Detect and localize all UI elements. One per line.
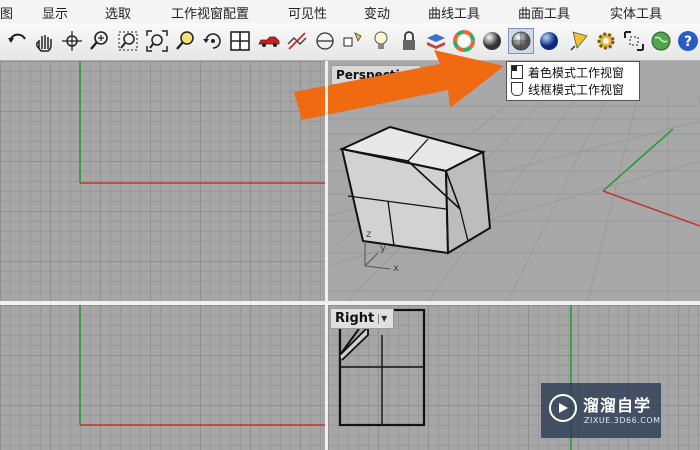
watermark-title: 溜溜自学 bbox=[583, 396, 652, 415]
top-viewport[interactable] bbox=[0, 61, 325, 301]
shaded-mode-icon bbox=[511, 65, 523, 79]
zoom-extents-icon[interactable] bbox=[145, 29, 169, 53]
group-select-icon[interactable] bbox=[622, 29, 646, 53]
gear-icon[interactable] bbox=[594, 29, 618, 53]
menu-item-display[interactable]: 显示 bbox=[42, 3, 68, 22]
chevron-down-icon[interactable]: ▼ bbox=[378, 313, 389, 324]
menu-item-surface-tools[interactable]: 曲面工具 bbox=[518, 3, 570, 22]
menu-item-curve-tools[interactable]: 曲线工具 bbox=[428, 3, 480, 22]
menu-item-transform[interactable]: 变动 bbox=[364, 3, 390, 22]
svg-text:?: ? bbox=[684, 34, 692, 50]
blue-sphere-icon[interactable] bbox=[537, 29, 561, 53]
shaded-viewport-icon[interactable] bbox=[508, 28, 534, 54]
menu-item-viewport-layout[interactable]: 工作视窗配置 bbox=[171, 3, 249, 22]
spot-light-icon[interactable] bbox=[567, 29, 591, 53]
viewport-splitter-horizontal[interactable] bbox=[0, 301, 700, 305]
viewport-splitter-vertical[interactable] bbox=[325, 61, 328, 450]
zoom-window-icon[interactable] bbox=[116, 29, 140, 53]
axis-label-y: y bbox=[380, 243, 386, 254]
car-icon[interactable] bbox=[257, 29, 281, 53]
axis-label-x: x bbox=[393, 263, 399, 274]
front-viewport[interactable] bbox=[0, 305, 325, 450]
wireframe-mode-icon bbox=[511, 82, 523, 96]
viewport-mode-tooltip: 着色模式工作视窗 线框模式工作视窗 bbox=[506, 61, 640, 101]
menu-item-select[interactable]: 选取 bbox=[105, 3, 131, 22]
help-icon[interactable]: ? bbox=[676, 29, 700, 53]
globe-icon[interactable] bbox=[649, 29, 673, 53]
right-viewport-title[interactable]: Right ▼ bbox=[330, 308, 395, 329]
zoom-selected-icon[interactable] bbox=[174, 29, 198, 53]
menu-bar: 图 显示 选取 工作视窗配置 可见性 变动 曲线工具 曲面工具 实体工具 bbox=[0, 0, 700, 24]
axis-label-z: z bbox=[366, 229, 372, 240]
play-logo-icon bbox=[549, 394, 577, 422]
undo-view-icon[interactable] bbox=[6, 29, 30, 53]
orange-arrow-annotation bbox=[294, 50, 504, 120]
menu-item-visibility[interactable]: 可见性 bbox=[288, 3, 327, 22]
four-viewports-icon[interactable] bbox=[228, 29, 252, 53]
tooltip-shaded-line: 着色模式工作视窗 bbox=[528, 65, 625, 80]
pan-hand-icon[interactable] bbox=[32, 29, 56, 53]
rotate-view-icon[interactable] bbox=[60, 29, 84, 53]
tooltip-wireframe-line: 线框模式工作视窗 bbox=[528, 82, 625, 97]
right-viewport-label: Right bbox=[335, 311, 375, 326]
menu-item-solid-tools[interactable]: 实体工具 bbox=[610, 3, 662, 22]
watermark-subtitle: ZIXUE.3D66.COM bbox=[584, 416, 661, 425]
menu-item-view[interactable]: 图 bbox=[0, 3, 13, 22]
rotate-camera-icon[interactable] bbox=[201, 29, 225, 53]
zoom-dynamic-icon[interactable] bbox=[88, 29, 112, 53]
watermark-logo: 溜溜自学 ZIXUE.3D66.COM bbox=[541, 383, 661, 438]
